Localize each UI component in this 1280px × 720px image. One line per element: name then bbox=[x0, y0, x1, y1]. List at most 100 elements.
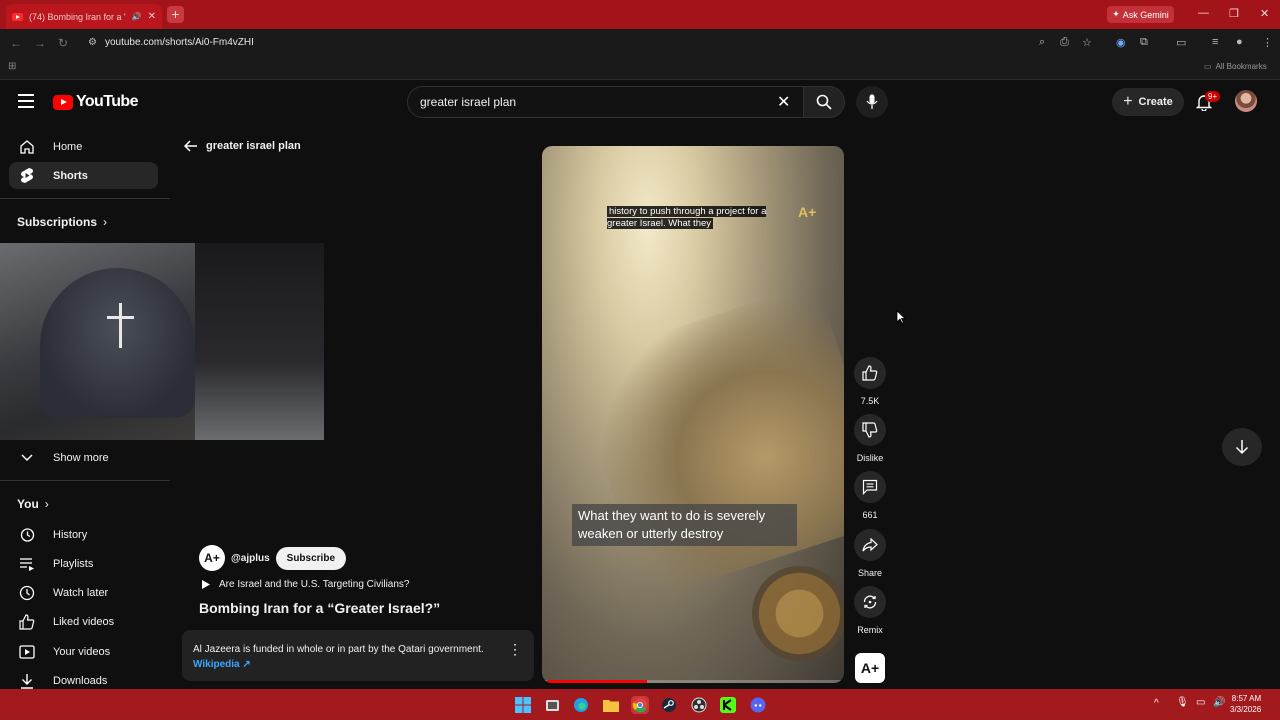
shorts-video-player[interactable]: history to push through a project for a … bbox=[542, 146, 844, 683]
sidebar-divider bbox=[0, 198, 170, 199]
create-button[interactable]: + Create bbox=[1112, 88, 1184, 116]
like-count: 7.5K bbox=[860, 396, 880, 406]
remix-button[interactable]: Remix bbox=[854, 586, 886, 635]
ask-gemini-button[interactable]: ✦ Ask Gemini bbox=[1107, 6, 1174, 23]
reload-icon[interactable]: ↻ bbox=[58, 36, 68, 50]
show-more-button[interactable]: Show more bbox=[9, 444, 158, 471]
chrome-icon[interactable] bbox=[631, 696, 649, 714]
file-explorer-icon[interactable] bbox=[602, 696, 620, 714]
sidebar-item-label: Downloads bbox=[53, 674, 108, 687]
close-tab-icon[interactable]: ✕ bbox=[148, 11, 156, 22]
funding-info-panel: Al Jazeera is funded in whole or in part… bbox=[182, 630, 534, 681]
subscriptions-label: Subscriptions bbox=[17, 215, 98, 229]
minimize-icon[interactable]: — bbox=[1198, 7, 1209, 19]
play-icon bbox=[202, 580, 210, 589]
share-button[interactable]: Share bbox=[854, 529, 886, 578]
subscribe-button[interactable]: Subscribe bbox=[275, 546, 347, 570]
clock-date: 3/3/2026 bbox=[1230, 705, 1262, 714]
next-short-button[interactable] bbox=[1222, 428, 1262, 466]
windows-start-icon[interactable] bbox=[514, 696, 532, 714]
all-bookmarks-button[interactable]: ▭ All Bookmarks bbox=[1204, 62, 1267, 71]
sidebar-item-liked-videos[interactable]: Liked videos bbox=[9, 608, 158, 635]
clock-icon bbox=[18, 585, 36, 601]
chevron-right-icon: › bbox=[44, 497, 49, 511]
comments-button[interactable]: 661 bbox=[854, 471, 886, 520]
back-label: greater israel plan bbox=[206, 140, 301, 152]
youtube-play-icon bbox=[53, 94, 73, 110]
dislike-button[interactable]: Dislike bbox=[854, 414, 886, 463]
channel-avatar[interactable]: A+ bbox=[199, 545, 225, 571]
webcam-overlay bbox=[0, 243, 324, 440]
back-arrow-icon[interactable]: ← bbox=[10, 36, 22, 50]
omnibox[interactable]: ⚙ youtube.com/shorts/Ai0-Fm4vZHI bbox=[80, 32, 1104, 53]
channel-handle[interactable]: @ajplus bbox=[231, 553, 270, 564]
obs-icon[interactable] bbox=[690, 696, 708, 714]
taskbar-clock[interactable]: 8:57 AM 3/3/2026 bbox=[1230, 693, 1261, 715]
steam-icon[interactable] bbox=[660, 696, 678, 714]
bookmark-star-icon[interactable]: ☆ bbox=[1082, 36, 1092, 49]
sidebar-item-watch-later[interactable]: Watch later bbox=[9, 579, 158, 606]
tray-network-icon[interactable]: ▭ bbox=[1196, 697, 1205, 708]
playlists-icon bbox=[18, 557, 36, 571]
webcam-background bbox=[195, 243, 324, 440]
back-to-search-button[interactable]: greater israel plan bbox=[184, 140, 301, 152]
home-icon bbox=[18, 139, 36, 155]
close-window-icon[interactable]: ✕ bbox=[1260, 7, 1269, 20]
search-button[interactable] bbox=[803, 86, 845, 118]
site-info-icon[interactable]: ⚙ bbox=[88, 37, 97, 48]
wikipedia-link[interactable]: Wikipedia ↗ bbox=[193, 657, 523, 672]
arrow-left-icon bbox=[184, 140, 197, 152]
more-options-icon[interactable]: ⋮ bbox=[508, 642, 522, 657]
task-view-icon[interactable] bbox=[543, 696, 561, 714]
sidebar-item-label: Shorts bbox=[53, 169, 88, 182]
playlist-link[interactable]: Are Israel and the U.S. Targeting Civili… bbox=[201, 579, 409, 590]
video-icon bbox=[18, 644, 36, 659]
sidepanel-icon[interactable]: ▭ bbox=[1176, 36, 1186, 49]
discord-icon[interactable] bbox=[749, 696, 767, 714]
youtube-logo[interactable]: YouTube bbox=[53, 93, 138, 111]
search-icon bbox=[816, 94, 832, 110]
like-button[interactable]: 7.5K bbox=[854, 357, 886, 406]
bookmarks-bar bbox=[0, 56, 1280, 80]
speaker-icon[interactable]: 🔊 bbox=[132, 12, 142, 21]
kick-icon[interactable] bbox=[719, 696, 737, 714]
avatar[interactable] bbox=[1235, 90, 1257, 112]
install-icon[interactable]: ⎙ bbox=[1060, 36, 1069, 49]
clock-time: 8:57 AM bbox=[1231, 694, 1262, 703]
sidebar-item-home[interactable]: Home bbox=[9, 133, 158, 160]
voice-search-button[interactable] bbox=[856, 86, 888, 118]
tray-chevron-up-icon[interactable]: ^ bbox=[1154, 698, 1159, 709]
new-tab-button[interactable]: + bbox=[167, 6, 184, 23]
profile-icon[interactable]: ● bbox=[1236, 36, 1243, 48]
puzzle-icon[interactable]: ⧉ bbox=[1140, 36, 1148, 49]
webcam-cap-image bbox=[40, 268, 195, 418]
tray-mic-icon[interactable]: 🎙 bbox=[1176, 697, 1189, 708]
edge-browser-icon[interactable] bbox=[572, 696, 590, 714]
restore-icon[interactable]: ❐ bbox=[1229, 7, 1239, 20]
browser-tab[interactable]: (74) Bombing Iran for a "Gr 🔊 ✕ bbox=[6, 4, 162, 29]
tray-volume-icon[interactable]: 🔊 bbox=[1213, 697, 1225, 708]
sidebar-item-label: Your videos bbox=[53, 645, 111, 658]
extension-icon[interactable]: ◉ bbox=[1116, 36, 1126, 49]
forward-arrow-icon[interactable]: → bbox=[34, 36, 46, 50]
apps-grid-icon[interactable]: ⊞ bbox=[8, 61, 16, 72]
more-menu-icon[interactable]: ⋮ bbox=[1262, 36, 1273, 49]
search-input[interactable]: greater israel plan bbox=[407, 86, 805, 118]
sidebar-item-shorts[interactable]: Shorts bbox=[9, 162, 158, 189]
remix-label: Remix bbox=[857, 625, 883, 635]
sidebar-item-playlists[interactable]: Playlists bbox=[9, 550, 158, 577]
sidebar-item-your-videos[interactable]: Your videos bbox=[9, 638, 158, 665]
ajplus-watermark-icon: A+ bbox=[798, 204, 817, 220]
sidebar-item-history[interactable]: History bbox=[9, 521, 158, 548]
short-title[interactable]: Bombing Iran for a “Greater Israel?” bbox=[199, 600, 440, 616]
subscriptions-heading[interactable]: Subscriptions › bbox=[17, 215, 107, 229]
clear-search-icon[interactable]: ✕ bbox=[777, 92, 790, 112]
tab-search-icon[interactable]: ≡ bbox=[1212, 36, 1218, 48]
zoom-icon[interactable]: ⌕ bbox=[1039, 36, 1045, 49]
menu-icon[interactable] bbox=[18, 94, 34, 108]
chevron-right-icon: › bbox=[103, 215, 108, 229]
video-progress-bar[interactable] bbox=[542, 680, 844, 683]
you-heading[interactable]: You › bbox=[17, 497, 49, 511]
sparkle-icon: ✦ bbox=[1112, 9, 1120, 19]
channel-logo-icon[interactable]: A+ bbox=[855, 653, 885, 683]
